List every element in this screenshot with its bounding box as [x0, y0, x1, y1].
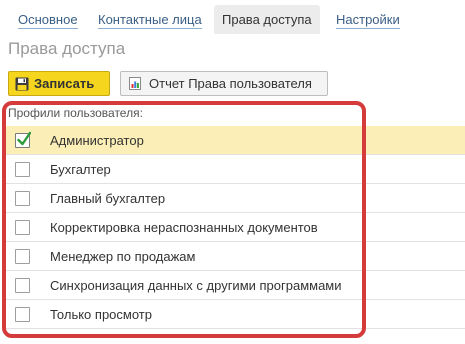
list-item-label: Только просмотр [50, 307, 152, 322]
list-item-label: Главный бухгалтер [50, 191, 166, 206]
tab-label: Контактные лица [98, 12, 202, 29]
profiles-label: Профили пользователя: [8, 106, 143, 120]
report-icon [129, 77, 141, 90]
checkbox-checked[interactable] [15, 131, 31, 148]
tab-kontaktnye-litsa[interactable]: Контактные лица [90, 5, 210, 34]
checkmark-icon [17, 131, 31, 146]
list-item-korrektirovka[interactable]: Корректировка нераспознанных документов [6, 213, 465, 242]
checkbox[interactable] [15, 249, 30, 264]
list-item-label: Бухгалтер [50, 162, 111, 177]
report-user-rights-button[interactable]: Отчет Права пользователя [120, 71, 328, 96]
list-item-glavny-buhgalter[interactable]: Главный бухгалтер [6, 184, 465, 213]
tab-bar: Основное Контактные лица Права доступа Н… [0, 0, 465, 34]
tab-prava-dostupa[interactable]: Права доступа [214, 5, 320, 34]
checkbox[interactable] [15, 307, 30, 322]
list-item-tolko-prosmotr[interactable]: Только просмотр [6, 300, 465, 329]
list-item-manager-prodazh[interactable]: Менеджер по продажам [6, 242, 465, 271]
tab-osnovnoe[interactable]: Основное [10, 5, 86, 34]
floppy-disk-icon [15, 77, 29, 91]
tab-nastroyki[interactable]: Настройки [328, 5, 408, 34]
list-item-buhgalter[interactable]: Бухгалтер [6, 155, 465, 184]
tab-label: Права доступа [222, 12, 312, 27]
list-item-sinhronizatsiya[interactable]: Синхронизация данных с другими программа… [6, 271, 465, 300]
page-title: Права доступа [8, 39, 126, 58]
tab-label: Основное [18, 12, 78, 29]
profiles-list: Администратор Бухгалтер Главный бухгалте… [6, 126, 465, 329]
checkbox[interactable] [15, 278, 30, 293]
list-item-label: Менеджер по продажам [50, 249, 196, 264]
checkbox[interactable] [15, 220, 30, 235]
tab-label: Настройки [336, 12, 400, 29]
list-item-label: Корректировка нераспознанных документов [50, 220, 318, 235]
list-item-label: Администратор [50, 133, 144, 148]
list-item-administrator[interactable]: Администратор [6, 126, 465, 155]
checkbox[interactable] [15, 162, 30, 177]
list-item-label: Синхронизация данных с другими программа… [50, 278, 342, 293]
save-button-label: Записать [34, 76, 95, 91]
report-button-label: Отчет Права пользователя [149, 76, 312, 91]
checkbox[interactable] [15, 191, 30, 206]
save-button[interactable]: Записать [8, 71, 110, 96]
